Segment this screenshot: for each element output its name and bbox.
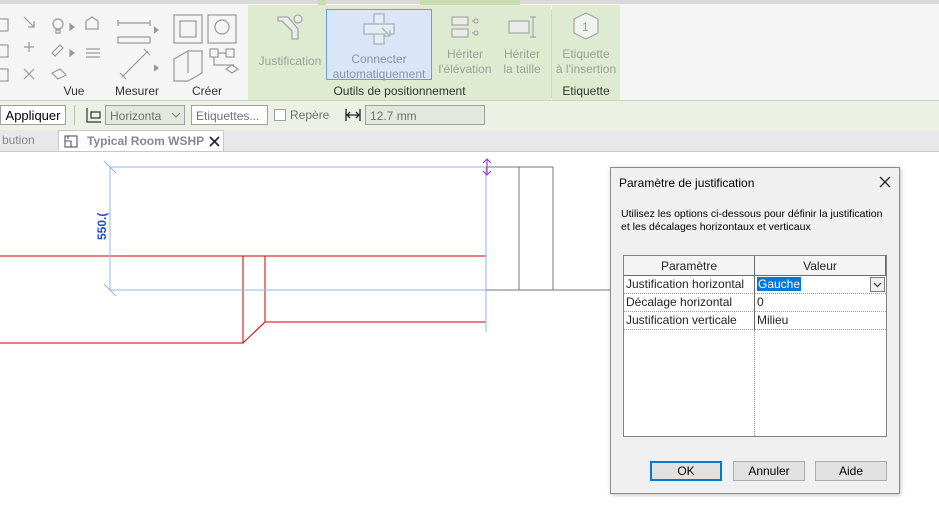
tab-typical-room-label: Typical Room WSHP [87,134,205,148]
inherit-size-icon [508,16,536,38]
dialog-description: Utilisez les options ci-dessous pour déf… [621,208,883,233]
duct-outline[interactable] [0,255,487,344]
panel-outils-label: Outils de positionnement [333,84,466,98]
heriter-elevation-line1: Hériter [446,47,483,61]
view-tabs: bution Typical Room WSHP [0,130,939,152]
justification-icon [277,14,303,40]
dropdown-button[interactable] [870,277,885,292]
connecter-label-line1: Connecter [351,52,407,66]
etiquettes-button[interactable]: Etiquettes... [191,105,268,125]
ribbon: Vue Mesurer Créer Justification Connecte… [0,0,939,100]
repere-label: Repère [290,108,330,122]
parameters-grid: Paramètre Valeur Justification horizonta… [623,255,887,437]
help-button[interactable]: Aide [815,461,887,481]
column-header-valeur[interactable]: Valeur [755,256,886,276]
panel-vue: Vue [0,5,108,100]
chevron-down-icon [171,112,181,118]
measure-icon[interactable] [112,15,166,85]
view-tools-icons[interactable] [0,13,108,83]
ok-button[interactable]: OK [650,461,722,481]
heriter-elevation-button[interactable]: Hériter l'élévation [434,11,496,77]
panel-etiquette-label: Etiquette [562,84,610,98]
heriter-taille-line2: la taille [503,62,541,76]
panel-etiquette: 1 Etiquette à l'insertion Etiquette [552,5,620,100]
panel-creer-label: Créer [191,84,222,98]
orientation-value: Horizonta [110,109,162,123]
equipment-outline[interactable] [486,166,610,291]
repere-checkbox[interactable] [274,109,286,121]
grid-divider [754,330,756,436]
orientation-select[interactable]: Horizonta [105,105,185,125]
value-cell[interactable]: 0 [755,294,886,312]
param-cell: Décalage horizontal [624,294,755,312]
options-bar: Appliquer Horizonta Etiquettes... Repère… [0,100,939,131]
panel-outils-positionnement: Justification Connecter automatiquement … [248,5,551,100]
tab-previous[interactable]: bution [2,130,54,151]
create-tools-icons[interactable] [170,11,246,85]
panel-vue-label: Vue [63,84,85,98]
close-icon[interactable] [875,172,895,192]
value-cell[interactable]: Milieu [755,312,886,330]
chevron-down-icon [873,282,882,288]
tab-typical-room[interactable]: Typical Room WSHP [58,130,224,151]
connecter-automatiquement-button[interactable]: Connecter automatiquement [326,9,432,81]
panel-mesurer-label: Mesurer [114,84,159,98]
cancel-button[interactable]: Annuler [733,461,805,481]
param-cell: Justification horizontal [624,276,755,294]
options-separator [74,105,75,125]
dialog-title: Paramètre de justification [619,176,755,190]
dimension-lines [103,160,487,332]
apply-button[interactable]: Appliquer [0,105,66,125]
length-icon [345,109,361,121]
connecter-label-line2: automatiquement [332,67,426,81]
etiquette-line2: à l'insertion [555,62,617,76]
heriter-taille-button[interactable]: Hériter la taille [494,11,550,77]
inherit-elevation-icon [451,16,479,38]
dimension-label[interactable]: 550.( [95,213,109,240]
justification-button[interactable]: Justification [254,11,326,69]
etiquette-insertion-button[interactable]: 1 Etiquette à l'insertion [554,11,618,77]
etiquette-line1: Etiquette [562,47,610,61]
svg-text:1: 1 [582,20,589,34]
column-header-parametre[interactable]: Paramètre [624,256,755,276]
close-tab-icon[interactable] [209,136,220,147]
heriter-taille-line1: Hériter [503,47,540,61]
tag-orientation-icon [86,108,101,123]
justification-dialog: Paramètre de justification Utilisez les … [610,167,900,494]
spacing-field[interactable]: 12.7 mm [365,105,485,125]
auto-connect-icon [363,13,395,45]
tag-on-placement-icon: 1 [573,12,599,40]
panel-creer: Créer [166,5,248,100]
justification-label: Justification [258,54,322,68]
selected-value: Gauche [757,277,802,291]
drawing-canvas[interactable]: 550.( [0,152,610,527]
heriter-elevation-line2: l'élévation [438,62,492,76]
param-cell: Justification verticale [624,312,755,330]
floor-plan-icon [64,135,78,148]
value-select-justification[interactable]: Gauche [755,276,886,294]
panel-mesurer: Mesurer [108,5,166,100]
